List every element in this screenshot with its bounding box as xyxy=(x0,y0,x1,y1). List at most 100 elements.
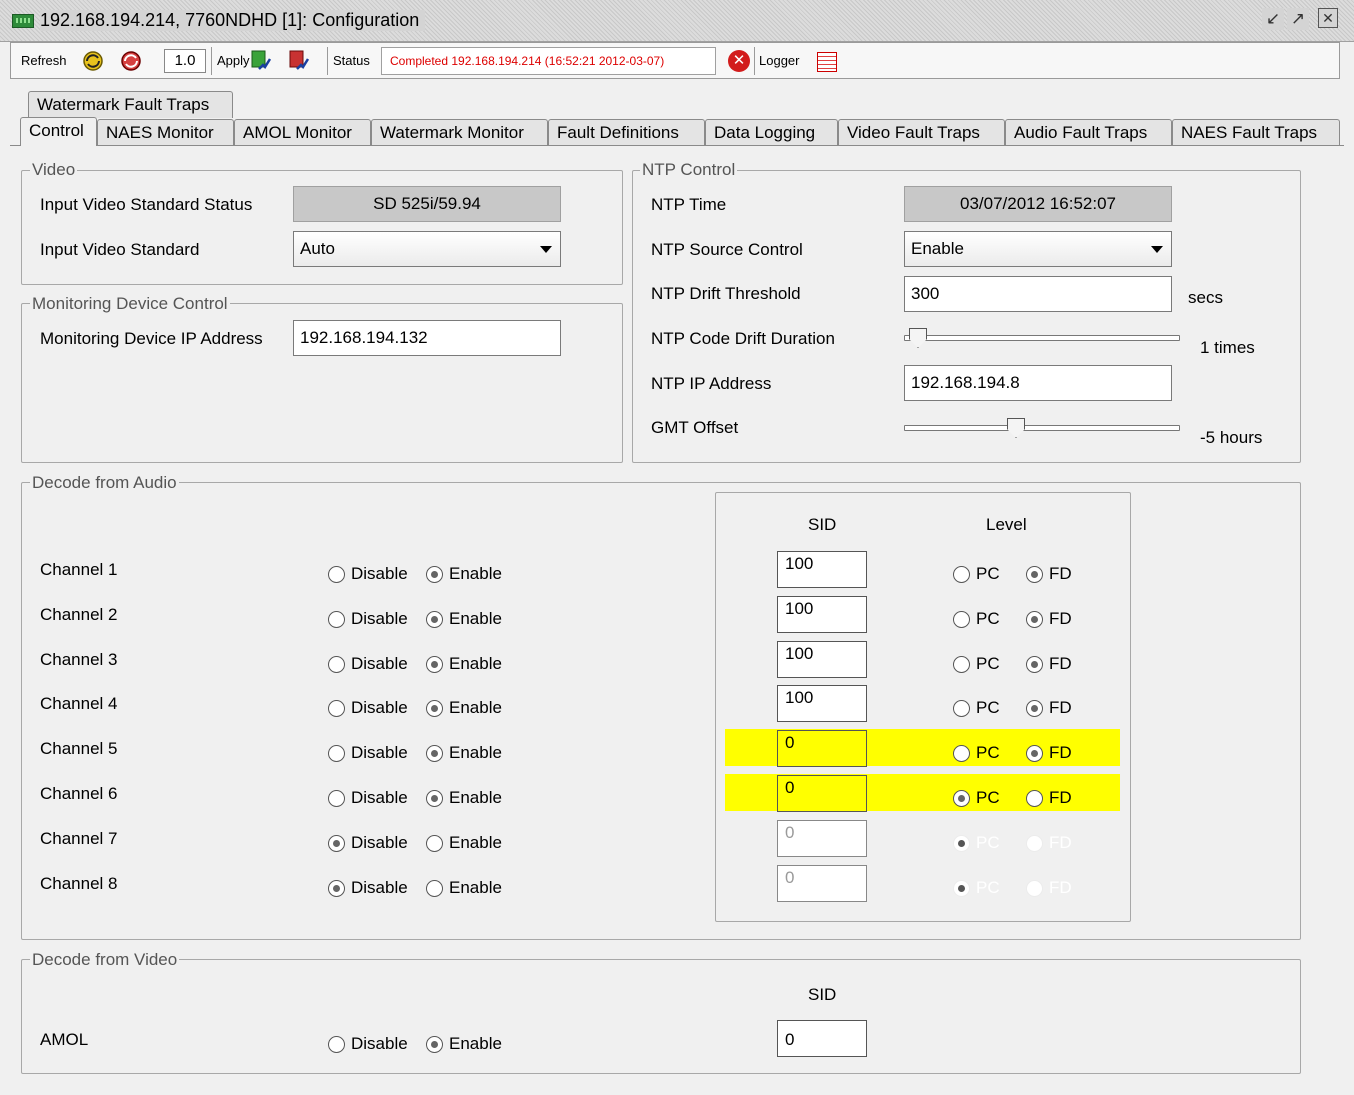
tab-amol-monitor[interactable]: AMOL Monitor xyxy=(234,119,371,146)
input-video-standard-value: Auto xyxy=(300,239,335,258)
apply-button[interactable]: Apply xyxy=(217,53,250,68)
channel-level-pc-radio[interactable]: PC xyxy=(953,788,1000,808)
input-video-standard-select[interactable]: Auto xyxy=(293,231,561,267)
refresh-stop-icon[interactable] xyxy=(119,49,143,73)
radio-icon xyxy=(953,699,970,717)
tab-audio-fault-traps[interactable]: Audio Fault Traps xyxy=(1005,119,1172,146)
channel-level-pc-radio[interactable]: PC xyxy=(953,743,1000,763)
radio-icon xyxy=(426,565,443,583)
refresh-rate-field[interactable]: 1.0 xyxy=(164,49,206,73)
tab-control[interactable]: Control xyxy=(20,117,97,146)
refresh-auto-icon[interactable] xyxy=(81,49,105,73)
maximize-icon[interactable]: ↗ xyxy=(1287,8,1309,30)
error-icon[interactable]: ✕ xyxy=(728,50,750,72)
channel-enable-radio[interactable]: Enable xyxy=(426,564,502,584)
ntp-ip-address-input[interactable]: 192.168.194.8 xyxy=(904,365,1172,401)
channel-enable-radio[interactable]: Enable xyxy=(426,833,502,853)
channel-enable-radio[interactable]: Enable xyxy=(426,609,502,629)
channel-enable-radio[interactable]: Enable xyxy=(426,698,502,718)
tab-watermark-monitor[interactable]: Watermark Monitor xyxy=(371,119,548,146)
amol-disable-radio[interactable]: Disable xyxy=(328,1034,408,1054)
undock-icon[interactable]: ↙ xyxy=(1262,8,1284,30)
channel-level-pc-radio-label: PC xyxy=(976,743,1000,762)
channel-label: Channel 6 xyxy=(40,784,118,803)
gmt-offset-slider[interactable] xyxy=(904,425,1180,431)
channel-level-fd-radio[interactable]: FD xyxy=(1026,654,1072,674)
channel-level-fd-radio[interactable]: FD xyxy=(1026,698,1072,718)
radio-icon xyxy=(328,789,345,807)
monitoring-ip-input[interactable]: 192.168.194.132 xyxy=(293,320,561,356)
channel-level-pc-radio-label: PC xyxy=(976,833,1000,852)
tab-fault-definitions[interactable]: Fault Definitions xyxy=(548,119,705,146)
channel-level-pc-radio[interactable]: PC xyxy=(953,698,1000,718)
radio-icon xyxy=(953,879,970,897)
channel-sid-input[interactable]: 100 xyxy=(777,551,867,588)
channel-level-fd-radio[interactable]: FD xyxy=(1026,609,1072,629)
radio-icon xyxy=(1026,655,1043,673)
tab-naes-fault-traps[interactable]: NAES Fault Traps xyxy=(1172,119,1340,146)
channel-label: Channel 1 xyxy=(40,560,118,579)
channel-disable-radio-label: Disable xyxy=(351,833,408,852)
tab-naes-monitor[interactable]: NAES Monitor xyxy=(97,119,234,146)
decode-audio-legend: Decode from Audio xyxy=(30,473,179,493)
tab-panel-border xyxy=(10,145,1344,146)
channel-disable-radio[interactable]: Disable xyxy=(328,609,408,629)
ntp-code-drift-duration-label: NTP Code Drift Duration xyxy=(651,329,835,348)
channel-level-pc-radio[interactable]: PC xyxy=(953,564,1000,584)
ntp-drift-threshold-input[interactable]: 300 xyxy=(904,276,1172,312)
sid-header: SID xyxy=(808,515,837,534)
channel-sid-input[interactable]: 100 xyxy=(777,596,867,633)
channel-disable-radio[interactable]: Disable xyxy=(328,564,408,584)
channel-level-pc-radio[interactable]: PC xyxy=(953,654,1000,674)
channel-disable-radio-label: Disable xyxy=(351,564,408,583)
channel-sid-input[interactable]: 0 xyxy=(777,775,867,812)
amol-sid-header: SID xyxy=(808,985,837,1004)
channel-disable-radio[interactable]: Disable xyxy=(328,654,408,674)
decode-video-group xyxy=(21,959,1301,1074)
channel-disable-radio[interactable]: Disable xyxy=(328,788,408,808)
radio-icon xyxy=(328,834,345,852)
chevron-down-icon xyxy=(540,246,552,253)
ntp-source-control-label: NTP Source Control xyxy=(651,240,803,259)
channel-level-fd-radio[interactable]: FD xyxy=(1026,564,1072,584)
channel-enable-radio[interactable]: Enable xyxy=(426,654,502,674)
channel-level-fd-radio-label: FD xyxy=(1049,743,1072,762)
radio-icon xyxy=(328,699,345,717)
channel-level-pc-radio-label: PC xyxy=(976,564,1000,583)
channel-level-pc-radio[interactable]: PC xyxy=(953,609,1000,629)
channel-enable-radio[interactable]: Enable xyxy=(426,743,502,763)
radio-icon xyxy=(328,565,345,583)
channel-enable-radio[interactable]: Enable xyxy=(426,788,502,808)
channel-disable-radio[interactable]: Disable xyxy=(328,743,408,763)
ntp-code-drift-duration-slider[interactable] xyxy=(904,335,1180,341)
channel-disable-radio[interactable]: Disable xyxy=(328,698,408,718)
tab-video-fault-traps[interactable]: Video Fault Traps xyxy=(838,119,1005,146)
logger-icon[interactable] xyxy=(817,52,837,72)
refresh-button[interactable]: Refresh xyxy=(21,53,67,68)
amol-sid-input[interactable]: 0 xyxy=(777,1020,867,1057)
channel-disable-radio-label: Disable xyxy=(351,743,408,762)
channel-sid-input[interactable]: 100 xyxy=(777,641,867,678)
logger-button[interactable]: Logger xyxy=(759,53,799,68)
channel-level-fd-radio[interactable]: FD xyxy=(1026,743,1072,763)
tab-data-logging[interactable]: Data Logging xyxy=(705,119,838,146)
channel-level-fd-radio[interactable]: FD xyxy=(1026,788,1072,808)
apply-all-icon[interactable] xyxy=(249,49,273,73)
channel-enable-radio[interactable]: Enable xyxy=(426,878,502,898)
channel-enable-radio-label: Enable xyxy=(449,654,502,673)
tab-watermark-fault-traps[interactable]: Watermark Fault Traps xyxy=(28,91,233,118)
ntp-source-control-select[interactable]: Enable xyxy=(904,231,1172,267)
apply-changed-icon[interactable] xyxy=(287,49,311,73)
channel-disable-radio-label: Disable xyxy=(351,609,408,628)
close-icon[interactable]: ✕ xyxy=(1318,8,1338,28)
radio-icon xyxy=(1026,565,1043,583)
amol-enable-radio[interactable]: Enable xyxy=(426,1034,502,1054)
channel-sid-input[interactable]: 0 xyxy=(777,730,867,767)
channel-disable-radio[interactable]: Disable xyxy=(328,878,408,898)
radio-icon xyxy=(1026,834,1043,852)
channel-disable-radio-label: Disable xyxy=(351,878,408,897)
channel-disable-radio[interactable]: Disable xyxy=(328,833,408,853)
channel-sid-input[interactable]: 100 xyxy=(777,685,867,722)
video-legend: Video xyxy=(30,160,78,180)
radio-icon xyxy=(426,1035,443,1053)
